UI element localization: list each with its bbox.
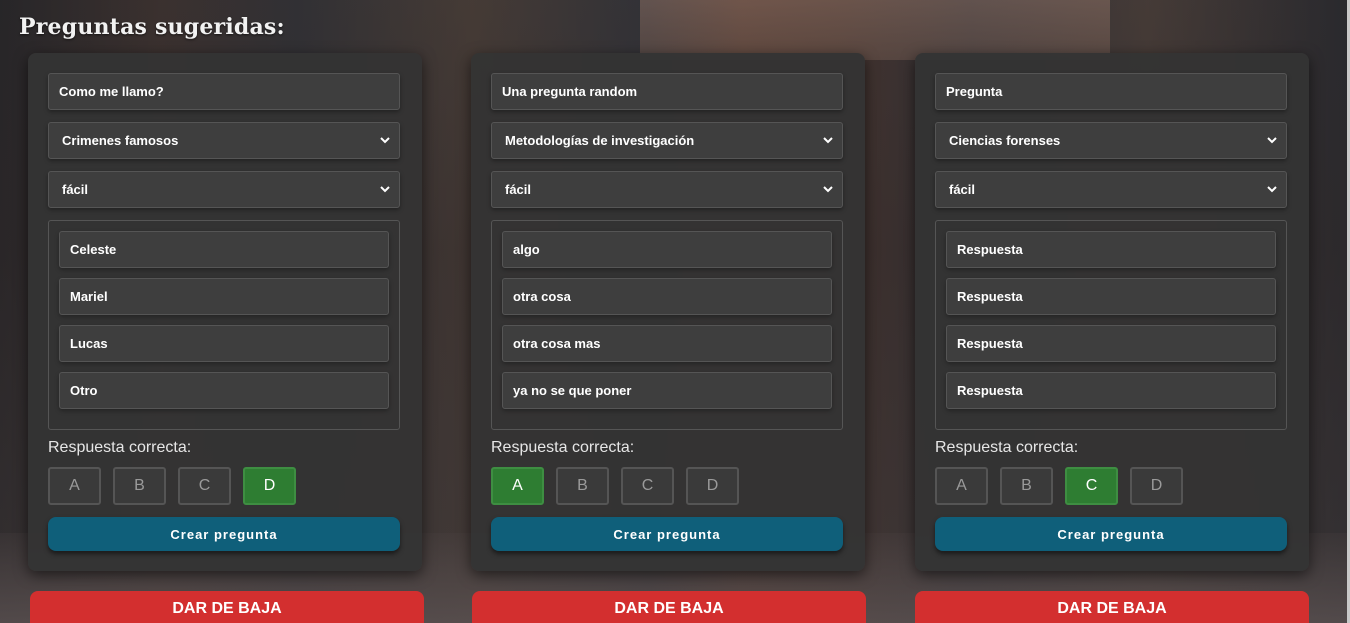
answer-input-d[interactable]: Otro: [59, 372, 389, 409]
option-a-button[interactable]: A: [491, 467, 544, 505]
answer-input-d[interactable]: Respuesta: [946, 372, 1276, 409]
answer-input-b[interactable]: Respuesta: [946, 278, 1276, 315]
question-input[interactable]: Una pregunta random: [491, 73, 843, 110]
category-select[interactable]: Ciencias forenses: [935, 122, 1287, 159]
answers-group: Celeste Mariel Lucas Otro: [48, 220, 400, 430]
chevron-down-icon: [1267, 185, 1277, 195]
answer-input-d[interactable]: ya no se que poner: [502, 372, 832, 409]
option-a-button[interactable]: A: [48, 467, 101, 505]
option-a-button[interactable]: A: [935, 467, 988, 505]
answer-input-a[interactable]: algo: [502, 231, 832, 268]
create-question-button[interactable]: Crear pregunta: [491, 517, 843, 551]
correct-answer-label: Respuesta correcta:: [935, 439, 1079, 456]
answers-group: algo otra cosa otra cosa mas ya no se qu…: [491, 220, 843, 430]
chevron-down-icon: [823, 185, 833, 195]
answer-input-a[interactable]: Respuesta: [946, 231, 1276, 268]
answer-input-c[interactable]: Lucas: [59, 325, 389, 362]
drop-button[interactable]: DAR DE BAJA: [30, 591, 424, 623]
page-title: Preguntas sugeridas:: [19, 14, 285, 40]
create-question-button[interactable]: Crear pregunta: [48, 517, 400, 551]
chevron-down-icon: [1267, 136, 1277, 146]
option-b-button[interactable]: B: [113, 467, 166, 505]
category-value: Metodologías de investigación: [505, 133, 695, 148]
difficulty-select[interactable]: fácil: [935, 171, 1287, 208]
difficulty-select[interactable]: fácil: [491, 171, 843, 208]
option-b-button[interactable]: B: [1000, 467, 1053, 505]
difficulty-select[interactable]: fácil: [48, 171, 400, 208]
difficulty-value: fácil: [949, 182, 976, 197]
category-value: Ciencias forenses: [949, 133, 1061, 148]
correct-answer-options: A B C D: [491, 467, 845, 505]
drop-button[interactable]: DAR DE BAJA: [472, 591, 866, 623]
question-input[interactable]: Pregunta: [935, 73, 1287, 110]
option-d-button[interactable]: D: [686, 467, 739, 505]
create-question-button[interactable]: Crear pregunta: [935, 517, 1287, 551]
chevron-down-icon: [380, 136, 390, 146]
correct-answer-options: A B C D: [935, 467, 1289, 505]
chevron-down-icon: [823, 136, 833, 146]
question-card: Una pregunta random Metodologías de inve…: [471, 53, 865, 571]
chevron-down-icon: [380, 185, 390, 195]
question-card: Pregunta Ciencias forenses fácil Respues…: [915, 53, 1309, 571]
option-b-button[interactable]: B: [556, 467, 609, 505]
answer-input-b[interactable]: Mariel: [59, 278, 389, 315]
correct-answer-label: Respuesta correcta:: [491, 439, 635, 456]
category-select[interactable]: Metodologías de investigación: [491, 122, 843, 159]
answer-input-c[interactable]: Respuesta: [946, 325, 1276, 362]
drop-button[interactable]: DAR DE BAJA: [915, 591, 1309, 623]
category-select[interactable]: Crimenes famosos: [48, 122, 400, 159]
option-c-button[interactable]: C: [621, 467, 674, 505]
correct-answer-options: A B C D: [48, 467, 402, 505]
answers-group: Respuesta Respuesta Respuesta Respuesta: [935, 220, 1287, 430]
answer-input-a[interactable]: Celeste: [59, 231, 389, 268]
answer-input-c[interactable]: otra cosa mas: [502, 325, 832, 362]
answer-input-b[interactable]: otra cosa: [502, 278, 832, 315]
difficulty-value: fácil: [505, 182, 532, 197]
difficulty-value: fácil: [62, 182, 89, 197]
category-value: Crimenes famosos: [62, 133, 179, 148]
option-c-button[interactable]: C: [1065, 467, 1118, 505]
question-card: Como me llamo? Crimenes famosos fácil Ce…: [28, 53, 422, 571]
option-c-button[interactable]: C: [178, 467, 231, 505]
question-input[interactable]: Como me llamo?: [48, 73, 400, 110]
option-d-button[interactable]: D: [243, 467, 296, 505]
correct-answer-label: Respuesta correcta:: [48, 439, 192, 456]
option-d-button[interactable]: D: [1130, 467, 1183, 505]
